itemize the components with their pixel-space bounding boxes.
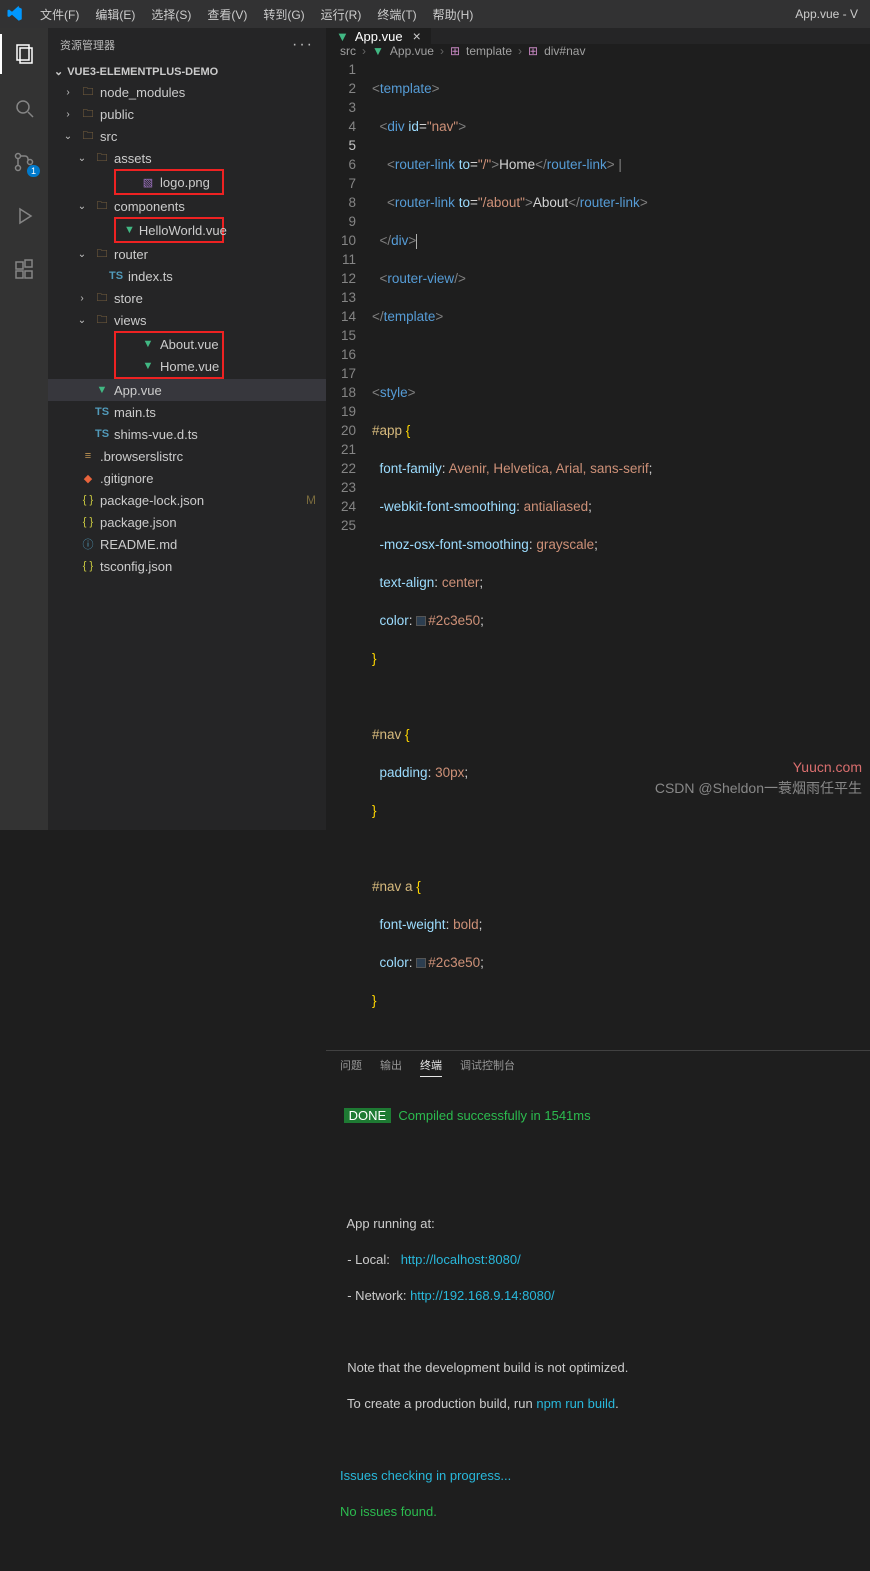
folder-icon: 🗀: [94, 311, 110, 330]
vue-icon: ▼: [140, 338, 156, 350]
menu-run[interactable]: 运行(R): [315, 4, 368, 25]
ts-icon: TS: [94, 406, 110, 418]
activity-extensions[interactable]: [0, 250, 48, 290]
tab-app-vue[interactable]: ▼ App.vue ×: [326, 28, 431, 44]
vscode-icon: [6, 5, 24, 23]
explorer-title: 资源管理器: [60, 37, 115, 53]
folder-icon: 🗀: [80, 105, 96, 124]
watermark-top: Yuucn.com: [793, 759, 862, 775]
tree-item-index-ts[interactable]: TSindex.ts: [48, 265, 326, 287]
conf-icon: ≡: [80, 450, 96, 462]
folder-icon: 🗀: [80, 127, 96, 146]
ts-icon: TS: [94, 428, 110, 440]
menu-select[interactable]: 选择(S): [145, 4, 197, 25]
twistie-icon: ⌄: [74, 249, 90, 260]
tree-item-store[interactable]: ›🗀store: [48, 287, 326, 309]
tree-item-router[interactable]: ⌄🗀router: [48, 243, 326, 265]
scm-badge: 1: [27, 165, 40, 177]
json-icon: { }: [80, 560, 96, 572]
folder-icon: 🗀: [94, 245, 110, 264]
menu-go[interactable]: 转到(G): [257, 4, 310, 25]
vue-icon: ▼: [336, 29, 349, 44]
tree-item-src[interactable]: ⌄🗀src: [48, 125, 326, 147]
twistie-icon: ›: [60, 109, 76, 120]
close-icon[interactable]: ×: [413, 28, 421, 44]
tree-item-assets[interactable]: ⌄🗀assets: [48, 147, 326, 169]
menu-view[interactable]: 查看(V): [201, 4, 253, 25]
panel-tab-terminal[interactable]: 终端: [420, 1057, 442, 1077]
git-icon: ◆: [80, 472, 96, 485]
code-editor[interactable]: 1234567891011121314151617181920212223242…: [326, 58, 870, 1050]
tree-item-main-ts[interactable]: TSmain.ts: [48, 401, 326, 423]
tree-item-node_modules[interactable]: ›🗀node_modules: [48, 81, 326, 103]
bottom-panel: 问题 输出 终端 调试控制台 DONE Compiled successfull…: [326, 1050, 870, 1571]
tree-item-public[interactable]: ›🗀public: [48, 103, 326, 125]
panel-tab-debug[interactable]: 调试控制台: [460, 1057, 515, 1077]
vue-icon: ▼: [140, 360, 156, 372]
watermark-bottom: CSDN @Sheldon一蓑烟雨任平生: [655, 778, 862, 798]
line-gutter: 1234567891011121314151617181920212223242…: [326, 60, 372, 1048]
img-icon: ▧: [140, 176, 156, 189]
panel-tab-output[interactable]: 输出: [380, 1057, 402, 1077]
tree-item-logo-png[interactable]: ▧logo.png: [116, 171, 222, 193]
tree-item-Home-vue[interactable]: ▼Home.vue: [116, 355, 222, 377]
menu-terminal[interactable]: 终端(T): [371, 4, 422, 25]
menubar: 文件(F) 编辑(E) 选择(S) 查看(V) 转到(G) 运行(R) 终端(T…: [0, 0, 870, 28]
vue-icon: ▼: [124, 224, 135, 236]
tree-item-package-lock-json[interactable]: { }package-lock.jsonM: [48, 489, 326, 511]
tree-item-tsconfig-json[interactable]: { }tsconfig.json: [48, 555, 326, 577]
activity-explorer[interactable]: [0, 34, 48, 74]
json-icon: { }: [80, 494, 96, 506]
terminal-output[interactable]: DONE Compiled successfully in 1541ms App…: [326, 1083, 870, 1571]
window-title: App.vue - V: [789, 5, 864, 23]
tree-item-components[interactable]: ⌄🗀components: [48, 195, 326, 217]
file-tree: ›🗀node_modules›🗀public⌄🗀src⌄🗀assets▧logo…: [48, 81, 326, 577]
ts-icon: TS: [108, 270, 124, 282]
breadcrumb[interactable]: src› ▼App.vue› ⊞template› ⊞div#nav: [326, 44, 870, 58]
twistie-icon: ›: [60, 87, 76, 98]
explorer-more-icon[interactable]: ···: [292, 36, 314, 54]
tree-item-About-vue[interactable]: ▼About.vue: [116, 333, 222, 355]
activity-bar: 1: [0, 28, 48, 830]
info-icon: ⓘ: [80, 536, 96, 552]
editor-tabs: ▼ App.vue ×: [326, 28, 870, 44]
tree-item--gitignore[interactable]: ◆.gitignore: [48, 467, 326, 489]
menu-edit[interactable]: 编辑(E): [89, 4, 141, 25]
twistie-icon: ›: [74, 293, 90, 304]
folder-icon: 🗀: [80, 83, 96, 102]
panel-tab-problems[interactable]: 问题: [340, 1057, 362, 1077]
tree-item--browserslistrc[interactable]: ≡.browserslistrc: [48, 445, 326, 467]
menu-file[interactable]: 文件(F): [34, 4, 85, 25]
tree-item-HelloWorld-vue[interactable]: ▼HelloWorld.vue: [116, 219, 222, 241]
menu-help[interactable]: 帮助(H): [427, 4, 480, 25]
activity-search[interactable]: [0, 88, 48, 128]
project-name[interactable]: VUE3-ELEMENTPLUS-DEMO: [67, 66, 218, 78]
twistie-icon: ⌄: [74, 153, 90, 164]
twistie-icon: ⌄: [74, 315, 90, 326]
folder-icon: 🗀: [94, 149, 110, 168]
activity-debug[interactable]: [0, 196, 48, 236]
twistie-icon: ⌄: [74, 201, 90, 212]
folder-icon: 🗀: [94, 197, 110, 216]
tree-item-App-vue[interactable]: ▼App.vue: [48, 379, 326, 401]
tree-item-package-json[interactable]: { }package.json: [48, 511, 326, 533]
explorer-sidebar: 资源管理器 ··· ⌄VUE3-ELEMENTPLUS-DEMO ›🗀node_…: [48, 28, 326, 830]
tree-item-shims-vue-d-ts[interactable]: TSshims-vue.d.ts: [48, 423, 326, 445]
tree-item-views[interactable]: ⌄🗀views: [48, 309, 326, 331]
activity-scm[interactable]: 1: [0, 142, 48, 182]
tree-item-README-md[interactable]: ⓘREADME.md: [48, 533, 326, 555]
vue-icon: ▼: [94, 384, 110, 396]
json-icon: { }: [80, 516, 96, 528]
folder-icon: 🗀: [94, 289, 110, 308]
twistie-icon: ⌄: [60, 131, 76, 142]
